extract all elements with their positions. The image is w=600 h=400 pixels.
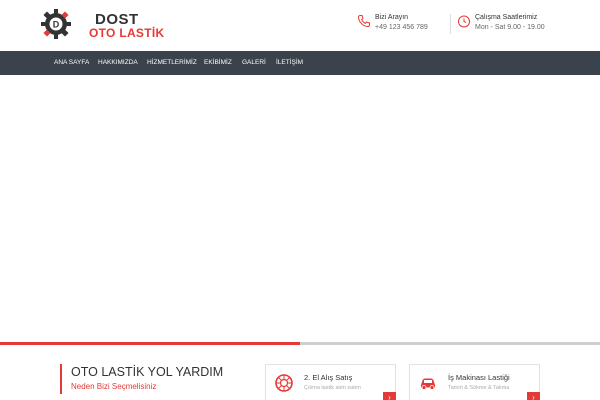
header-divider <box>450 14 451 34</box>
service-card-second-hand[interactable]: 2. El Alış Satış Çıkma lastik alım satım… <box>265 364 396 400</box>
call-title: Bizi Arayın <box>375 14 409 21</box>
nav-item-about[interactable]: HAKKIMIZDA <box>98 51 138 75</box>
hours-info: Çalışma Saatlerimiz Mon - Sat 9.00 - 19.… <box>457 14 567 38</box>
card-title: 2. El Alış Satış <box>304 373 353 382</box>
nav-item-services[interactable]: HİZMETLERİMİZ <box>147 51 197 75</box>
logo-tagline[interactable]: OTO LASTİK <box>89 26 164 40</box>
tire-icon <box>275 374 293 392</box>
chevron-right-icon[interactable]: › <box>383 392 396 400</box>
card-subtitle: Tamiri & Sökme & Takma <box>448 385 510 391</box>
car-icon <box>421 378 435 390</box>
main-nav: ANA SAYFA HAKKIMIZDA HİZMETLERİMİZ EKİBİ… <box>0 51 600 75</box>
gear-logo-icon[interactable]: D <box>40 8 72 40</box>
logo-letter: D <box>53 20 60 30</box>
hours-title: Çalışma Saatlerimiz <box>475 14 538 21</box>
service-card-machinery-tire[interactable]: İş Makinası Lastiği Tamiri & Sökme & Tak… <box>409 364 540 400</box>
nav-item-home[interactable]: ANA SAYFA <box>54 51 89 75</box>
nav-item-team[interactable]: EKİBİMİZ <box>204 51 232 75</box>
nav-item-gallery[interactable]: GALERİ <box>242 51 266 75</box>
nav-item-contact[interactable]: İLETİŞİM <box>276 51 303 75</box>
card-title: İş Makinası Lastiği <box>448 373 510 382</box>
phone-icon <box>357 15 370 28</box>
card-subtitle: Çıkma lastik alım satım <box>304 385 361 391</box>
slider-progress-fill <box>0 342 300 345</box>
section-accent-bar <box>60 364 62 394</box>
call-number[interactable]: +49 123 456 789 <box>375 24 428 31</box>
call-info: Bizi Arayın +49 123 456 789 <box>357 14 442 38</box>
section-title: OTO LASTİK YOL YARDIM <box>71 365 224 379</box>
slider-progress-bar <box>0 342 600 345</box>
hero-slider[interactable] <box>0 75 600 343</box>
section-subtitle: Neden Bizi Seçmelisiniz <box>71 382 157 391</box>
site-header: D DOST OTO LASTİK Bizi Arayın +49 123 45… <box>0 0 600 51</box>
hours-value: Mon - Sat 9.00 - 19.00 <box>475 24 545 31</box>
chevron-right-icon[interactable]: › <box>527 392 540 400</box>
clock-icon <box>458 15 470 28</box>
